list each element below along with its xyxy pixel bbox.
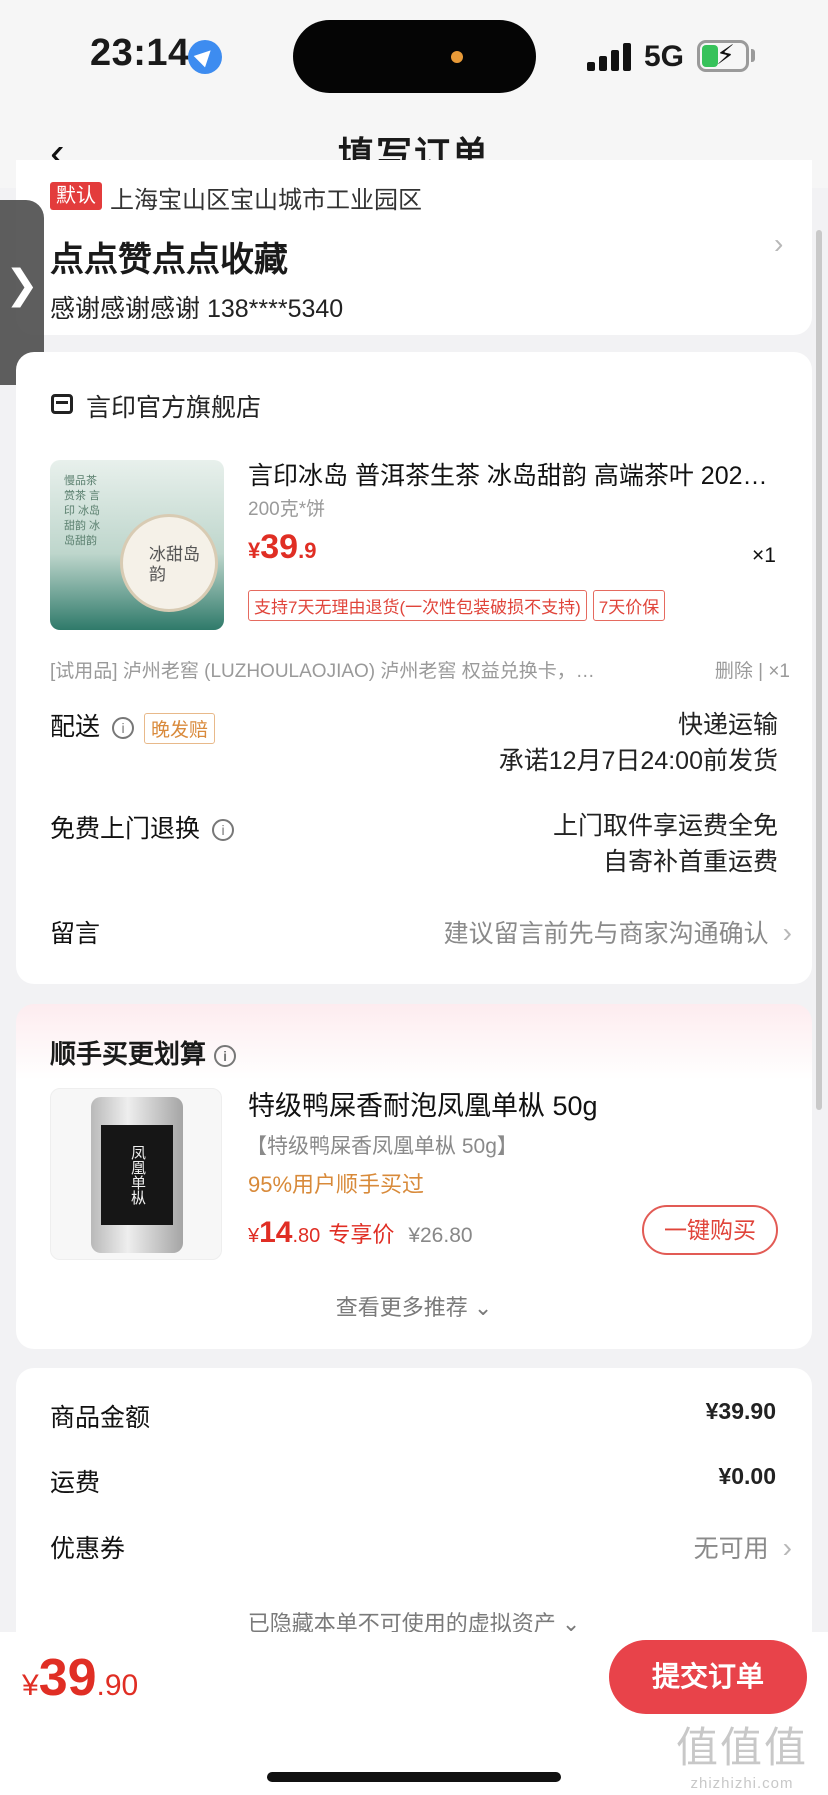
product-image[interactable]: 慢品茶 赏茶 言印 冰岛甜韵 冰岛甜韵 冰甜岛韵 [50, 460, 224, 630]
recommend-product-image[interactable]: 凤凰单枞 [50, 1088, 222, 1260]
info-icon[interactable]: i [214, 1045, 237, 1068]
recipient-contact: 感谢感谢感谢 138****5340 [50, 295, 344, 323]
store-order-card: 言印官方旗舰店 慢品茶 赏茶 言印 冰岛甜韵 冰岛甜韵 冰甜岛韵 言印冰岛 普洱… [16, 352, 812, 984]
default-address-tag: 默认 [50, 182, 102, 210]
original-price: ¥26.80 [408, 1224, 473, 1247]
chevron-right-icon: › [774, 228, 784, 259]
summary-goods-value: ¥39.90 [705, 1398, 776, 1424]
product-image-text: 冰甜岛韵 [149, 545, 200, 584]
summary-coupon-label: 优惠券 [50, 1535, 126, 1563]
home-indicator[interactable] [267, 1772, 561, 1782]
recommend-image-text: 凤凰单枞 [101, 1125, 173, 1225]
free-return-line1: 上门取件享运费全免 [552, 812, 778, 840]
summary-shipping-value: ¥0.00 [718, 1463, 776, 1489]
delivery-label: 配送 [50, 713, 101, 741]
battery-charging-icon: ⚡ [697, 40, 749, 72]
coupon-selector[interactable]: 无可用 › [694, 1529, 792, 1565]
address-card[interactable]: 默认 上海宝山区宝山城市工业园区 点点赞点点收藏 感谢感谢感谢 138****5… [16, 160, 812, 335]
store-name[interactable]: 言印官方旗舰店 [86, 388, 261, 424]
price-protect-badge: 7天价保 [592, 590, 666, 621]
product-spec: 200克*饼 [248, 499, 326, 520]
submit-order-button[interactable]: 提交订单 [609, 1640, 807, 1714]
product-price: ¥39.9 [248, 528, 317, 566]
chevron-right-icon: ❯ [5, 263, 39, 307]
message-placeholder: 建议留言前先与商家沟通确认 [443, 920, 769, 948]
see-more-recommendations[interactable]: 查看更多推荐 ⌄ [16, 1290, 812, 1322]
recommend-card: 顺手买更划算 i 凤凰单枞 特级鸭屎香耐泡凤凰单枞 50g 【特级鸭屎香凤凰单枞 … [16, 1004, 812, 1349]
address-line: 上海宝山区宝山城市工业园区 [110, 187, 422, 214]
scrollbar[interactable] [816, 230, 822, 1110]
info-icon[interactable]: i [112, 717, 135, 740]
chevron-right-icon: › [782, 917, 792, 948]
summary-shipping-label: 运费 [50, 1469, 101, 1497]
store-icon [51, 394, 73, 414]
bottom-checkout-bar: ¥39.90 提交订单 值值值 zhizhizhi.com [0, 1632, 828, 1795]
gift-item-row: [试用品] 泸州老窖 (LUZHOULAOJIAO) 泸州老窖 权益兑换卡，请勿… [50, 656, 790, 683]
network-type: 5G [644, 40, 685, 73]
gift-item-actions[interactable]: 删除 | ×1 [715, 656, 790, 683]
order-total: ¥39.90 [22, 1649, 139, 1707]
indicator-dot-icon [451, 51, 463, 63]
recipient-name: 点点赞点点收藏 [50, 241, 288, 279]
message-label: 留言 [50, 920, 101, 948]
free-return-row: 免费上门退换 i [50, 809, 235, 845]
order-summary-card: 商品金额 ¥39.90 运费 ¥0.00 优惠券 无可用 › 已隐藏本单不可使用的… [16, 1368, 812, 1648]
product-image-side-text: 慢品茶 赏茶 言印 冰岛甜韵 冰岛甜韵 [64, 475, 101, 547]
recommend-title: 顺手买更划算 i [50, 1034, 237, 1071]
return-policy-badge: 支持7天无理由退货(一次性包装破损不支持) [248, 590, 587, 621]
delivery-method: 快递运输 [677, 711, 778, 739]
delivery-row: 配送 i 晚发赔 [50, 707, 216, 744]
gift-item-text: [试用品] 泸州老窖 (LUZHOULAOJIAO) 泸州老窖 权益兑换卡，请勿… [50, 661, 610, 682]
summary-coupon-value: 无可用 [693, 1535, 769, 1563]
message-input[interactable]: 建议留言前先与商家沟通确认 › [444, 914, 792, 950]
free-return-info: 上门取件享运费全免 自寄补首重运费 [553, 808, 778, 880]
status-time: 23:14 [90, 32, 190, 74]
service-badges: 支持7天无理由退货(一次性包装破损不支持) 7天价保 [248, 590, 671, 621]
chevron-right-icon: › [782, 1532, 792, 1563]
info-icon[interactable]: i [212, 819, 235, 842]
location-arrow-icon [188, 40, 222, 74]
signal-bars-icon [587, 43, 631, 71]
one-click-buy-button[interactable]: 一键购买 [642, 1205, 778, 1255]
delivery-promise: 承诺12月7日24:00前发货 [498, 747, 778, 775]
recommend-product-name[interactable]: 特级鸭屎香耐泡凤凰单枞 50g [248, 1084, 598, 1123]
recommend-bought-rate: 95%用户顺手买过 [248, 1172, 425, 1197]
status-bar: 23:14 5G ⚡ [0, 0, 828, 112]
exclusive-price-label: 专享价 [328, 1222, 395, 1247]
product-title[interactable]: 言印冰岛 普洱茶生茶 冰岛甜韵 高端茶叶 2023年 [248, 456, 778, 492]
dynamic-island [293, 20, 536, 93]
delivery-info[interactable]: 快递运输 承诺12月7日24:00前发货 [499, 707, 778, 779]
recommend-product-subtitle: 【特级鸭屎香凤凰单枞 50g】 [246, 1135, 518, 1158]
product-quantity: ×1 [752, 544, 776, 567]
recommend-price: ¥14.80 专享价 ¥26.80 [248, 1216, 473, 1249]
watermark-logo: 值值值 zhizhizhi.com [676, 1724, 809, 1792]
summary-goods-label: 商品金额 [50, 1404, 151, 1432]
free-return-label: 免费上门退换 [50, 815, 201, 843]
free-return-line2: 自寄补首重运费 [602, 848, 778, 876]
late-compensation-tag: 晚发赔 [144, 712, 216, 744]
